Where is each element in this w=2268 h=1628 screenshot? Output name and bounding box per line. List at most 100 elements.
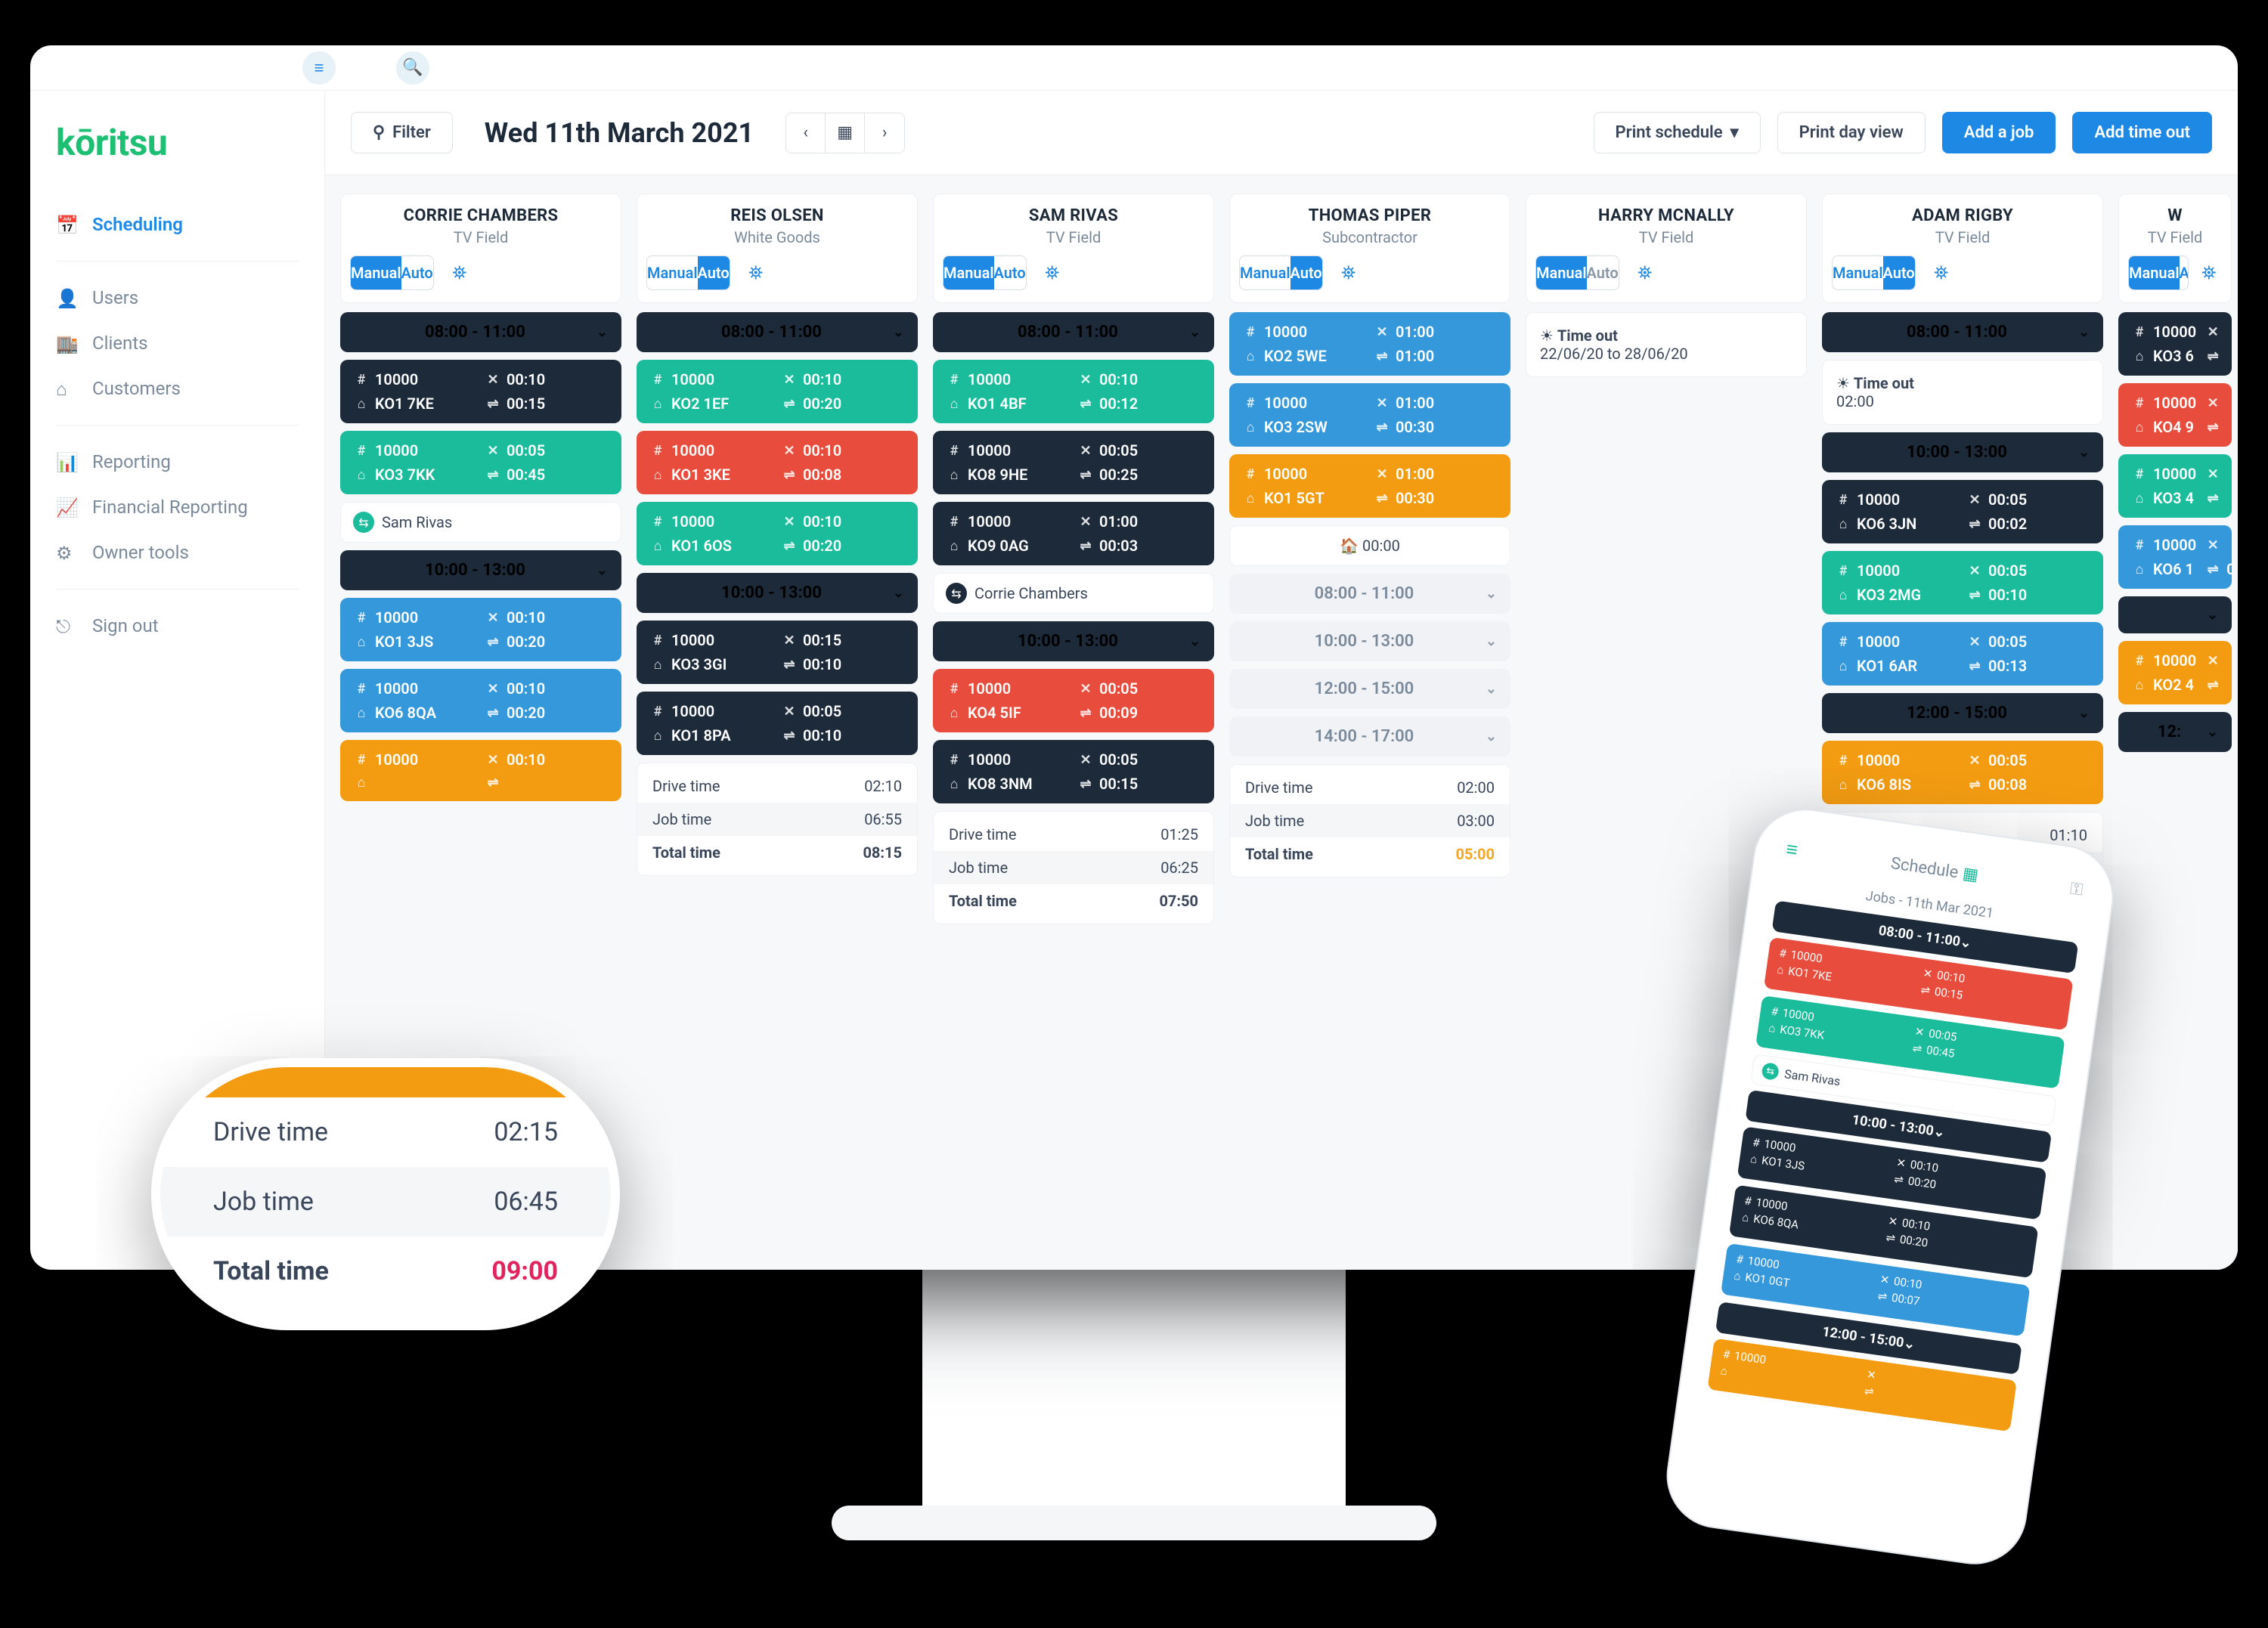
schedule-board: CORRIE CHAMBERS TV Field Manual Auto ⛯ 0…	[325, 175, 2238, 943]
home-marker: 🏠 00:00	[1229, 525, 1510, 566]
job-card[interactable]: #10000 ✕01:00 ⌂KO3 2SW ⇌00:30	[1229, 383, 1510, 447]
empty-slot[interactable]: 10:00 - 13:00⌄	[1229, 621, 1510, 661]
job-card[interactable]: #10000 ✕00:05 ⌂KO3 2MG ⇌00:10	[1822, 551, 2103, 614]
manual-toggle[interactable]: Manual	[1536, 256, 1587, 289]
job-card[interactable]: #10000 ✕00:10 ⌂ ⇌	[340, 740, 621, 801]
column-header: HARRY MCNALLY TV Field Manual Auto ⛯	[1526, 193, 1807, 303]
time-slot-header[interactable]: 10:00 - 13:00⌄	[1822, 432, 2103, 472]
auto-toggle[interactable]: Auto	[698, 256, 730, 289]
manual-toggle[interactable]: Manual	[351, 256, 401, 289]
job-card[interactable]: #10000 ✕01:00 ⌂KO9 0AG ⇌00:03	[933, 502, 1214, 565]
time-slot-header[interactable]: 12:⌄	[2118, 712, 2232, 752]
auto-toggle[interactable]: Auto	[2180, 256, 2189, 289]
nav-financial[interactable]: 📈Financial Reporting	[56, 484, 299, 530]
time-slot-header[interactable]: 08:00 - 11:00⌄	[933, 312, 1214, 352]
map-route-icon[interactable]: ⛯	[1331, 255, 1367, 290]
manual-toggle[interactable]: Manual	[1833, 256, 1883, 289]
map-route-icon[interactable]: ⛯	[738, 255, 774, 290]
time-slot-header[interactable]: 10:00 - 13:00⌄	[933, 621, 1214, 661]
line-chart-icon: 📈	[56, 497, 76, 517]
empty-slot[interactable]: 08:00 - 11:00⌄	[1229, 574, 1510, 614]
print-day-button[interactable]: Print day view	[1777, 112, 1926, 153]
hash-icon: #	[1243, 395, 1258, 411]
map-route-icon[interactable]: ⛯	[1923, 255, 1960, 290]
manual-toggle[interactable]: Manual	[2129, 256, 2180, 289]
job-card[interactable]: #10000 ✕01:00 ⌂KO2 5WE ⇌01:00	[1229, 312, 1510, 376]
time-slot-header[interactable]: 08:00 - 11:00⌄	[637, 312, 918, 352]
add-job-button[interactable]: Add a job	[1942, 112, 2056, 153]
job-card[interactable]: #10000 ✕ ⌂KO2 4 ⇌	[2118, 641, 2232, 704]
empty-slot[interactable]: 14:00 - 17:00⌄	[1229, 717, 1510, 757]
nav-scheduling[interactable]: 📅Scheduling	[56, 202, 299, 247]
nav-users[interactable]: 👤Users	[56, 275, 299, 320]
map-route-icon[interactable]: ⛯	[2196, 255, 2222, 290]
auto-toggle[interactable]: Auto	[994, 256, 1026, 289]
job-card[interactable]: #10000 ✕00:05 ⌂KO8 3NM ⇌00:15	[933, 740, 1214, 803]
time-slot-header[interactable]: 10:00 - 13:00⌄	[340, 550, 621, 590]
engineer-role: TV Field	[943, 228, 1204, 246]
job-card[interactable]: #10000 ✕00:10 ⌂KO1 3JS ⇌00:20	[340, 598, 621, 661]
job-card[interactable]: #10000 ✕ ⌂KO3 4 ⇌	[2118, 454, 2232, 518]
linked-engineer[interactable]: ⇆Sam Rivas	[340, 502, 621, 543]
job-card[interactable]: #10000 ✕00:10 ⌂KO1 6OS ⇌00:20	[637, 502, 918, 565]
auto-toggle[interactable]: Auto	[1290, 256, 1322, 289]
job-card[interactable]: #10000 ✕00:05 ⌂KO6 8IS ⇌00:08	[1822, 741, 2103, 804]
menu-toggle-icon[interactable]: ≡	[302, 51, 336, 85]
route-icon: ⇌	[2205, 677, 2220, 693]
next-day-button[interactable]: ›	[865, 113, 904, 153]
route-icon: ⇌	[1919, 983, 1931, 998]
job-card[interactable]: #10000 ✕00:10 ⌂KO1 4BF ⇌00:12	[933, 360, 1214, 423]
prev-day-button[interactable]: ‹	[786, 113, 826, 153]
nav-clients[interactable]: 🏬Clients	[56, 320, 299, 366]
manual-toggle[interactable]: Manual	[647, 256, 698, 289]
time-slot-header[interactable]: 08:00 - 11:00⌄	[340, 312, 621, 352]
mode-segment: Manual Auto	[646, 255, 730, 290]
job-card[interactable]: #10000 ✕ ⌂KO4 9 ⇌	[2118, 383, 2232, 447]
map-route-icon[interactable]: ⛯	[442, 255, 478, 290]
key-icon[interactable]: ⚿	[2069, 879, 2084, 899]
job-card[interactable]: #10000 ✕00:10 ⌂KO1 3KE ⇌00:08	[637, 431, 918, 494]
filter-button[interactable]: ⚲Filter	[351, 112, 453, 153]
time-slot-header[interactable]: 08:00 - 11:00⌄	[1822, 312, 2103, 352]
job-card[interactable]: #10000 ✕00:10 ⌂KO6 8QA ⇌00:20	[340, 669, 621, 732]
print-schedule-button[interactable]: Print schedule ▾	[1594, 112, 1761, 153]
manual-toggle[interactable]: Manual	[943, 256, 994, 289]
nav-signout[interactable]: ⎋Sign out	[56, 603, 299, 648]
job-card[interactable]: #10000 ✕00:10 ⌂KO2 1EF ⇌00:20	[637, 360, 918, 423]
job-card[interactable]: #10000 ✕00:05 ⌂KO4 5IF ⇌00:09	[933, 669, 1214, 732]
manual-toggle[interactable]: Manual	[1240, 256, 1290, 289]
hamburger-icon[interactable]: ≡	[1785, 837, 1799, 862]
route-icon: ⇌	[782, 538, 797, 554]
map-route-icon[interactable]: ⛯	[1627, 255, 1663, 290]
job-card[interactable]: #10000 ✕01:00 ⌂KO1 5GT ⇌00:30	[1229, 454, 1510, 518]
route-icon: ⇌	[1374, 491, 1390, 506]
map-route-icon[interactable]: ⛯	[1034, 255, 1070, 290]
time-slot-header[interactable]: ⌄	[2118, 596, 2232, 633]
job-card[interactable]: #10000 ✕00:05 ⌂KO1 6AR ⇌00:13	[1822, 622, 2103, 686]
job-card[interactable]: #10000 ✕ ⌂KO3 6 ⇌	[2118, 312, 2232, 376]
time-slot-header[interactable]: 10:00 - 13:00⌄	[637, 573, 918, 613]
search-icon[interactable]: 🔍	[396, 51, 429, 85]
auto-toggle[interactable]: Auto	[401, 256, 433, 289]
job-card[interactable]: #10000 ✕00:15 ⌂KO3 3GI ⇌00:10	[637, 621, 918, 684]
job-card[interactable]: #10000 ✕00:10 ⌂KO1 7KE ⇌00:15	[340, 360, 621, 423]
time-slot-header[interactable]: 12:00 - 15:00⌄	[1822, 693, 2103, 733]
timeout-card[interactable]: ☀ Time out02:00	[1822, 360, 2103, 425]
job-card[interactable]: #10000 ✕00:05 ⌂KO1 8PA ⇌00:10	[637, 692, 918, 755]
auto-toggle[interactable]: Auto	[1587, 256, 1619, 289]
hash-icon: #	[2132, 324, 2147, 340]
nav-owner-tools[interactable]: ⚙Owner tools	[56, 530, 299, 575]
job-card[interactable]: #10000 ✕00:05 ⌂KO8 9HE ⇌00:25	[933, 431, 1214, 494]
job-card[interactable]: #10000 ✕00:05 ⌂KO3 7KK ⇌00:45	[340, 431, 621, 494]
nav-customers[interactable]: ⌂Customers	[56, 366, 299, 411]
wrench-icon: ✕	[1967, 753, 1982, 769]
job-card[interactable]: #10000 ✕ ⌂KO6 1 ⇌00:10	[2118, 525, 2232, 589]
empty-slot[interactable]: 12:00 - 15:00⌄	[1229, 669, 1510, 709]
auto-toggle[interactable]: Auto	[1883, 256, 1915, 289]
calendar-picker-button[interactable]: ▦	[826, 113, 865, 153]
job-card[interactable]: #10000 ✕00:05 ⌂KO6 3JN ⇌00:02	[1822, 480, 2103, 543]
add-timeout-button[interactable]: Add time out	[2072, 112, 2212, 153]
linked-engineer[interactable]: ⇆Corrie Chambers	[933, 573, 1214, 614]
nav-reporting[interactable]: 📊Reporting	[56, 439, 299, 484]
timeout-card[interactable]: ☀ Time out22/06/20 to 28/06/20	[1526, 312, 1807, 377]
